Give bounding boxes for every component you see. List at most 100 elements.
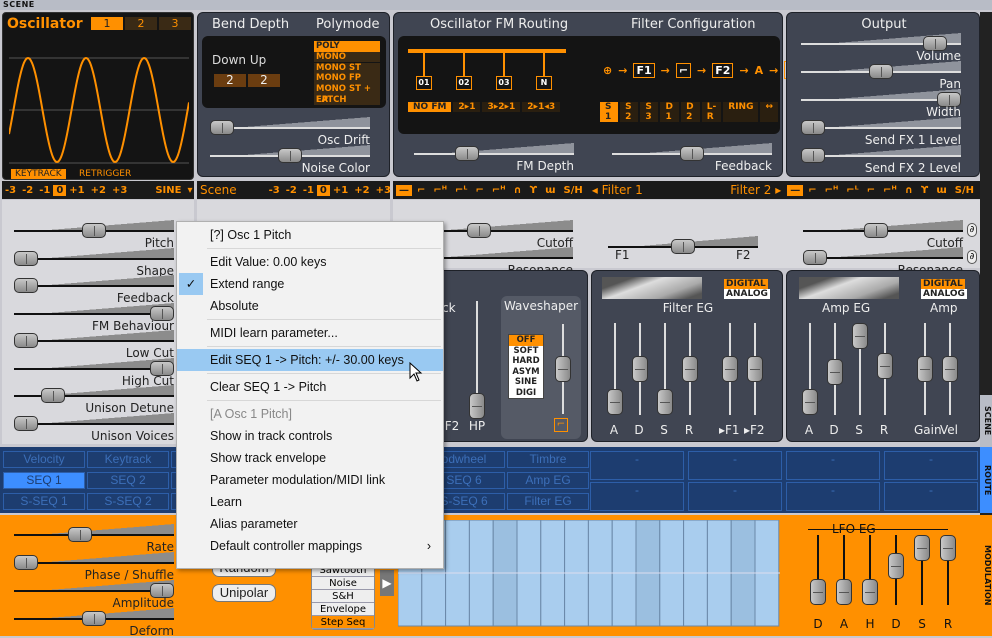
macro-slot[interactable]: - — [786, 451, 880, 480]
macro-slot[interactable]: - — [786, 482, 880, 511]
filter-type-option[interactable]: ɯ — [933, 185, 949, 196]
route-cell[interactable]: Timbre — [507, 451, 589, 468]
keytrack-toggle[interactable]: KEYTRACK — [11, 169, 66, 179]
menu-item[interactable]: Extend range ✓ — [177, 273, 443, 295]
output-send-fx-2-level-track[interactable] — [801, 155, 961, 157]
slider-knob[interactable] — [682, 356, 698, 382]
scene-oct-m1[interactable]: -1 — [300, 185, 317, 196]
filter-type-option[interactable]: ⌐ — [805, 185, 819, 196]
fm-mode-option[interactable]: NO FM — [408, 102, 452, 112]
waveshaper-option[interactable]: SINE — [509, 377, 543, 388]
slider-knob[interactable] — [657, 389, 673, 415]
osc-oct-m2[interactable]: -2 — [19, 185, 36, 196]
filter-config-mode-option[interactable]: L-R — [701, 102, 722, 122]
menu-item[interactable]: Show in track controls — [177, 425, 443, 447]
unipolar-button[interactable]: Unipolar — [212, 584, 276, 602]
menu-item[interactable]: Edit SEQ 1 -> Pitch: +/- 30.00 keys — [177, 349, 443, 371]
route-cell[interactable]: SEQ 2 — [87, 472, 169, 489]
filter-type-option[interactable]: ⌐ — [864, 185, 878, 196]
waveshaper-option[interactable]: DIGI — [509, 388, 543, 399]
menu-item[interactable]: Default controller mappings › — [177, 535, 443, 557]
step-seq-next-button[interactable]: ▶ — [380, 570, 394, 596]
slider-knob[interactable] — [607, 389, 623, 415]
lfo-rate-track[interactable] — [14, 534, 174, 536]
scene-oct-p2[interactable]: +2 — [351, 185, 372, 196]
osc-tab-2[interactable]: 2 — [125, 17, 157, 30]
filter-type-option[interactable]: — — [396, 184, 412, 196]
route-cell[interactable]: Keytrack — [87, 451, 169, 468]
filter2-label[interactable]: Filter 2 ▸ — [727, 183, 784, 197]
osc-param-unison-voices-track[interactable] — [14, 422, 174, 425]
route-cell[interactable]: S-SEQ 2 — [87, 493, 169, 510]
fm-mode-option[interactable]: 3▸2▸1 — [482, 102, 521, 112]
macro-slot[interactable]: - — [688, 451, 782, 480]
route-cell[interactable]: Amp EG — [507, 472, 589, 489]
lfo-eg-knob[interactable] — [862, 579, 878, 605]
polymode-option[interactable]: MONO FP — [314, 73, 380, 84]
polymode-option[interactable]: LATCH — [314, 94, 380, 106]
lfo-shape-option[interactable]: Envelope — [312, 603, 374, 616]
waveshaper-option[interactable]: HARD — [509, 356, 543, 367]
osc-oct-p1[interactable]: +1 — [66, 185, 87, 196]
filter-config-mode-option[interactable]: S 2 — [620, 102, 639, 122]
filter-config-mode-option[interactable]: RING — [723, 102, 759, 122]
polymode-option[interactable]: MONO — [314, 51, 380, 63]
waveshaper-option[interactable]: OFF — [509, 335, 543, 346]
filter-type-option[interactable]: ⌐ᴸ — [452, 185, 470, 196]
polymode-option[interactable]: MONO ST — [314, 62, 380, 74]
filter-type-option[interactable]: ⌐ — [414, 185, 428, 196]
filter-type-option[interactable]: S/H — [952, 185, 977, 196]
osc-param-feedback-track[interactable] — [14, 285, 174, 287]
menu-item[interactable]: Clear SEQ 1 -> Pitch — [177, 376, 443, 398]
osc-oct-0[interactable]: 0 — [53, 184, 67, 196]
polymode-option[interactable]: MONO ST + FP — [314, 84, 380, 105]
amp-eg-analog[interactable]: ANALOG — [921, 289, 967, 299]
filter-type-option[interactable]: ⌐ᴴ — [822, 185, 842, 196]
fm-depth-track[interactable] — [414, 153, 574, 155]
filter-config-mode-option[interactable]: S 1 — [600, 102, 619, 122]
osc-oct-p2[interactable]: +2 — [88, 185, 109, 196]
scene-oct-p3[interactable]: +3 — [373, 185, 394, 196]
side-tab-route[interactable]: ROUTE — [980, 447, 992, 513]
slider-knob[interactable] — [942, 356, 958, 382]
menu-item[interactable]: Edit Value: 0.00 keys — [177, 251, 443, 273]
slider-knob[interactable] — [852, 323, 868, 349]
filter-type-option[interactable]: ∩ — [902, 185, 916, 196]
filter-type-option[interactable]: ⌐ᴸ — [843, 185, 861, 196]
macro-slot[interactable]: - — [884, 482, 978, 511]
bend-up-value[interactable]: 2 — [248, 74, 280, 87]
amp-eg-digital[interactable]: DIGITAL — [921, 279, 965, 289]
waveshaper-type-icon[interactable]: ⌐ — [554, 418, 568, 432]
route-cell[interactable]: S-SEQ 1 — [3, 493, 85, 510]
osc-param-low-cut-track[interactable] — [14, 340, 174, 342]
filter-config-mode-option[interactable]: ↔ — [760, 102, 779, 122]
osc-drift-track[interactable] — [210, 127, 370, 129]
osc-oct-p3[interactable]: +3 — [109, 185, 130, 196]
link-icon[interactable]: ∂ — [967, 223, 977, 237]
lfo-eg-knob[interactable] — [810, 579, 826, 605]
scene-oct-m2[interactable]: -2 — [283, 185, 300, 196]
side-tab-scene[interactable]: SCENE — [980, 395, 992, 447]
lfo-eg-knob[interactable] — [888, 552, 904, 579]
slider-knob[interactable] — [802, 389, 818, 415]
waveshaper-drive-knob[interactable] — [555, 356, 571, 382]
filter-type-option[interactable]: ϒ — [527, 185, 540, 196]
link-icon[interactable]: ∂ — [967, 250, 977, 264]
retrigger-toggle[interactable]: RETRIGGER — [79, 169, 131, 179]
route-cell[interactable]: Filter EG — [507, 493, 589, 510]
hp-slider-knob[interactable] — [469, 393, 485, 419]
menu-item[interactable]: Parameter modulation/MIDI link — [177, 469, 443, 491]
route-cell[interactable]: Velocity — [3, 451, 85, 468]
filter-type-option[interactable]: ɯ — [542, 185, 558, 196]
menu-item[interactable]: [?] Osc 1 Pitch — [177, 224, 443, 246]
waveshaper-option[interactable]: ASYM — [509, 367, 543, 378]
polymode-option[interactable]: POLY — [314, 41, 380, 52]
bend-down-value[interactable]: 2 — [214, 74, 246, 87]
filter-type-option[interactable]: ⌐ᴴ — [880, 185, 900, 196]
fm-mode-option[interactable]: 2▸1 — [453, 102, 481, 112]
macro-slot[interactable]: - — [884, 451, 978, 480]
menu-item[interactable]: Absolute — [177, 295, 443, 317]
osc-oct-m3[interactable]: -3 — [2, 185, 19, 196]
lfo-shape-option[interactable]: Noise — [312, 577, 374, 590]
slider-knob[interactable] — [747, 356, 763, 382]
